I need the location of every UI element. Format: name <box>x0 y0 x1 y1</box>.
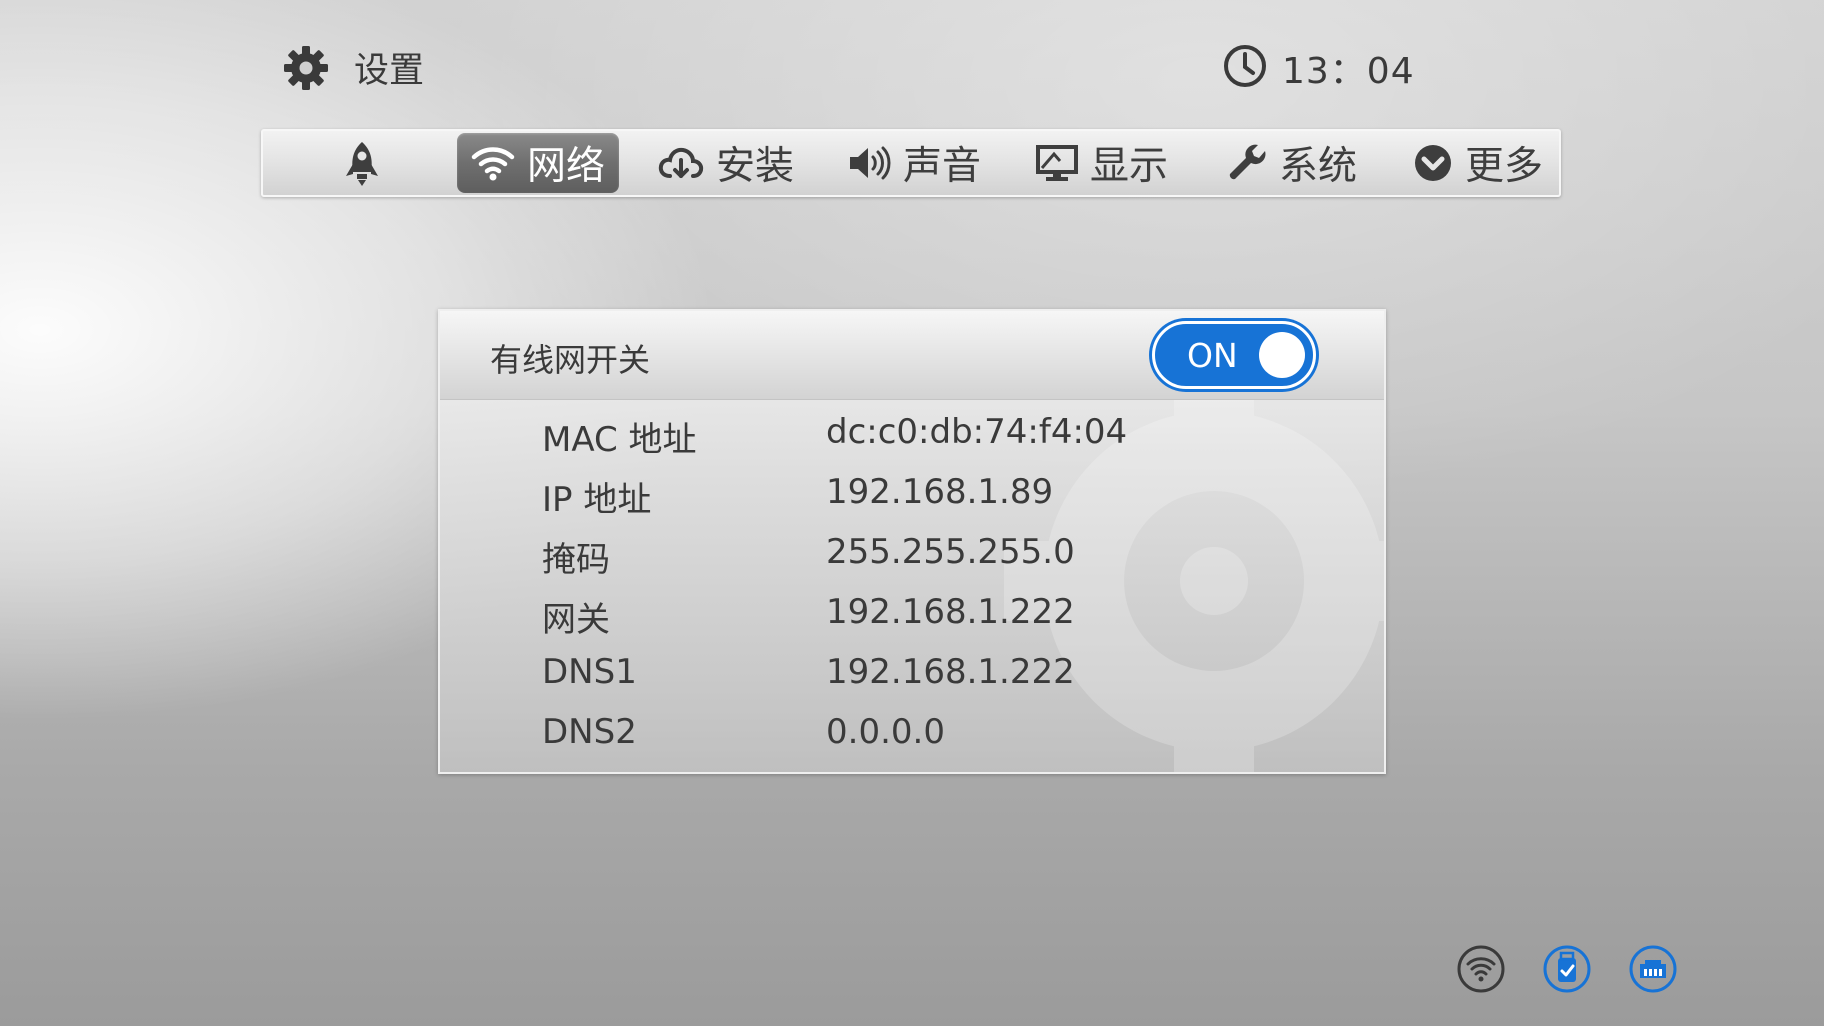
info-row-gateway: 网关 192.168.1.222 <box>440 584 1384 644</box>
info-key: DNS1 <box>542 652 637 692</box>
clock-icon <box>1222 43 1268 93</box>
gear-icon <box>282 44 330 92</box>
info-key: 网关 <box>542 600 610 640</box>
info-key: 掩码 <box>542 540 610 580</box>
tab-network-label: 网络 <box>526 144 605 189</box>
info-row-mask: 掩码 255.255.255.0 <box>440 524 1384 584</box>
tab-system[interactable]: 系统 <box>1227 133 1357 193</box>
info-value: 255.255.255.0 <box>826 532 1075 572</box>
wrench-icon <box>1227 143 1267 183</box>
tab-display[interactable]: 显示 <box>1036 133 1168 193</box>
tab-home[interactable] <box>327 133 397 193</box>
speaker-icon <box>847 144 891 182</box>
wired-network-toggle[interactable]: ON <box>1152 321 1316 389</box>
toggle-knob <box>1259 332 1305 378</box>
network-info-list: MAC 地址 dc:c0:db:74:f4:04 IP 地址 192.168.1… <box>440 400 1384 764</box>
tab-sound[interactable]: 声音 <box>847 133 981 193</box>
info-value: dc:c0:db:74:f4:04 <box>826 412 1128 452</box>
network-info-panel: 有线网开关 ON MAC 地址 dc:c0:db:74:f4:04 IP 地址 … <box>438 309 1386 774</box>
cloud-download-icon <box>658 145 704 181</box>
tab-network[interactable]: 网络 <box>457 133 619 193</box>
rocket-icon <box>342 140 382 186</box>
info-row-mac: MAC 地址 dc:c0:db:74:f4:04 <box>440 404 1384 464</box>
tab-more[interactable]: 更多 <box>1413 133 1543 193</box>
tab-install-label: 安装 <box>716 144 795 189</box>
info-key: IP 地址 <box>542 480 652 520</box>
tab-bar: 网络 安装 声音 显示 系统 更多 <box>261 129 1561 197</box>
info-row-dns1: DNS1 192.168.1.222 <box>440 644 1384 704</box>
wired-switch-row: 有线网开关 ON <box>440 311 1384 400</box>
wifi-status-icon <box>1456 944 1506 994</box>
status-bar <box>1456 944 1678 994</box>
info-row-ip: IP 地址 192.168.1.89 <box>440 464 1384 524</box>
info-key: DNS2 <box>542 712 637 752</box>
tab-system-label: 系统 <box>1279 144 1358 189</box>
info-row-dns2: DNS2 0.0.0.0 <box>440 704 1384 764</box>
tab-sound-label: 声音 <box>903 144 982 189</box>
info-value: 192.168.1.222 <box>826 592 1075 632</box>
tab-more-label: 更多 <box>1465 144 1544 189</box>
wired-switch-label: 有线网开关 <box>490 341 651 379</box>
info-value: 0.0.0.0 <box>826 712 945 752</box>
monitor-icon <box>1036 144 1078 182</box>
tab-display-label: 显示 <box>1090 144 1169 189</box>
ethernet-status-icon <box>1628 944 1678 994</box>
tab-install[interactable]: 安装 <box>658 133 794 193</box>
info-value: 192.168.1.89 <box>826 472 1054 512</box>
clock: 13：04 <box>1222 42 1415 94</box>
clock-time: 13：04 <box>1282 51 1415 92</box>
info-value: 192.168.1.222 <box>826 652 1075 692</box>
page-title: 设置 <box>354 51 425 91</box>
usb-status-icon <box>1542 944 1592 994</box>
page-header: 设置 <box>282 42 424 93</box>
info-key: MAC 地址 <box>542 420 697 460</box>
toggle-state-text: ON <box>1187 336 1238 375</box>
chevron-down-circle-icon <box>1413 143 1453 183</box>
wifi-icon <box>471 145 515 181</box>
